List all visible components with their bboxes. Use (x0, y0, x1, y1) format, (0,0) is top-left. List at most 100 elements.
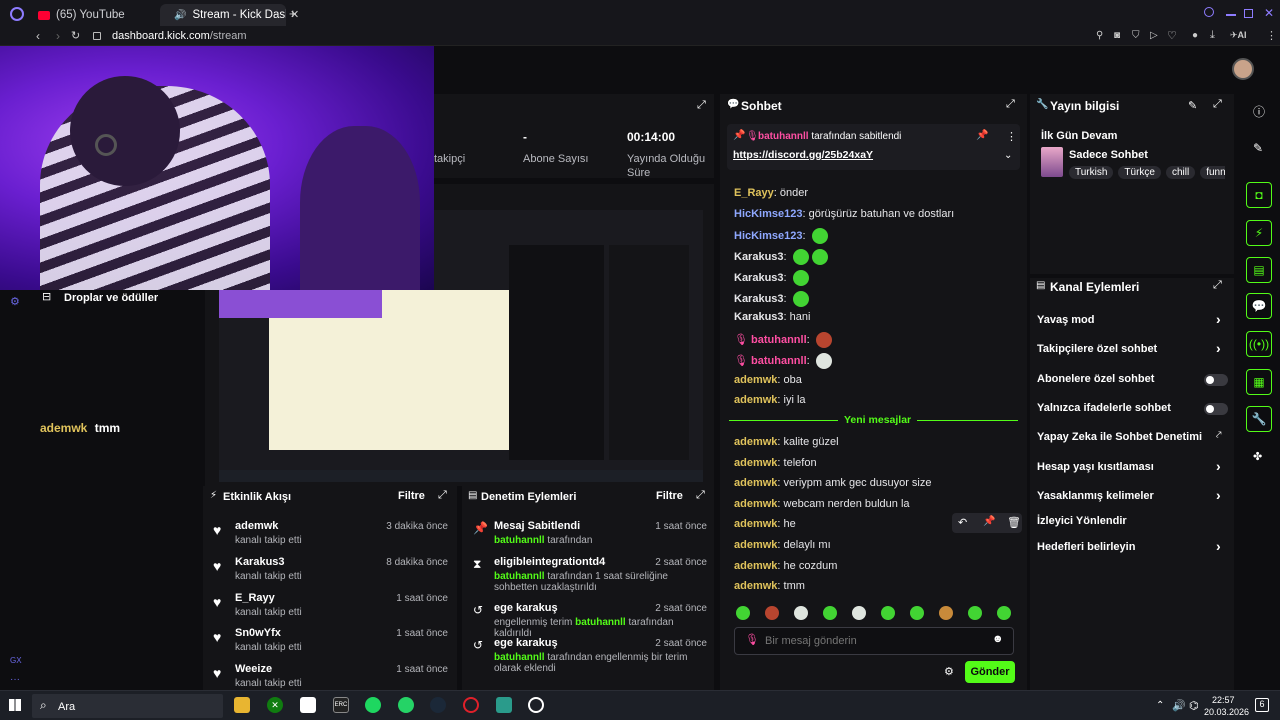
sidebar-doc-button[interactable]: ▤ (1246, 257, 1272, 283)
chat-username[interactable]: E_Rayy (734, 187, 774, 199)
chat-username[interactable]: HicKimse123 (734, 208, 803, 220)
clock-date[interactable]: 20.03.2026 (1204, 707, 1249, 717)
sidebar-chat-button[interactable]: 💬 (1246, 293, 1272, 319)
emote-icon[interactable] (792, 270, 809, 286)
emote-icon[interactable] (811, 228, 828, 244)
moderation-actor[interactable]: batuhannll (494, 652, 547, 663)
chat-username[interactable]: ademwk (734, 539, 777, 551)
chevron-right-icon[interactable]: › (1216, 458, 1221, 474)
camera-icon[interactable]: ◙ (1114, 30, 1120, 41)
spotify-icon[interactable] (365, 697, 381, 713)
expand-stats-icon[interactable]: ⤢ (697, 99, 706, 112)
menu-icon[interactable]: ⋮ (1266, 29, 1277, 42)
chat-username[interactable]: ademwk (734, 457, 777, 469)
popout-moderation-icon[interactable]: ⤢ (696, 489, 705, 502)
sidebar-tools-button[interactable]: 🔧 (1246, 406, 1272, 432)
chat-settings-icon[interactable]: ⚙ (944, 665, 954, 678)
channel-action-item[interactable]: İzleyici Yönlendir (1037, 515, 1127, 527)
tab-kick-dashboard[interactable]: 🔊 Stream - Kick Dashbo (160, 4, 286, 26)
channel-action-item[interactable]: Takipçilere özel sohbet (1037, 343, 1157, 355)
notepad-icon[interactable] (300, 697, 316, 713)
chat-username[interactable]: ademwk (734, 374, 777, 386)
emote-picker-item[interactable] (968, 606, 982, 620)
chevron-down-icon[interactable]: ⌄ (1004, 150, 1012, 161)
back-icon[interactable]: ‹ (36, 29, 40, 43)
emote-icon[interactable] (792, 249, 809, 265)
reload-icon[interactable]: ↻ (71, 29, 80, 42)
file-explorer-icon[interactable] (234, 697, 250, 713)
sidebar-apps-icon[interactable]: ✤ (1253, 450, 1262, 463)
popout-info-icon[interactable]: ⤢ (1213, 98, 1222, 111)
emote-icon[interactable] (815, 332, 832, 348)
maximize-icon[interactable] (1244, 9, 1253, 18)
chevron-right-icon[interactable]: › (1216, 538, 1221, 554)
chat-username[interactable]: batuhannll (751, 334, 807, 346)
emote-picker-item[interactable] (881, 606, 895, 620)
sidebar-bolt-button[interactable]: ⚡ (1246, 220, 1272, 246)
info-icon[interactable]: ⓘ (1253, 103, 1265, 120)
user-avatar[interactable] (1232, 58, 1254, 80)
opera-gx-icon[interactable] (496, 697, 512, 713)
emote-icon[interactable] (815, 353, 832, 369)
emote-picker-item[interactable] (910, 606, 924, 620)
chat-username[interactable]: ademwk (734, 436, 777, 448)
stream-tag[interactable]: chill (1165, 166, 1196, 179)
sidebar-camera-button[interactable]: ◘ (1246, 182, 1272, 208)
unpin-icon[interactable]: 📌 (976, 130, 988, 141)
notification-badge[interactable]: 6 (1255, 698, 1269, 712)
reply-icon[interactable]: ↶ (958, 516, 967, 529)
popout-chat-icon[interactable]: ⤢ (1006, 98, 1015, 111)
chat-username[interactable]: ademwk (734, 560, 777, 572)
channel-action-item[interactable]: Abonelere özel sohbet (1037, 373, 1154, 385)
tab-youtube[interactable]: (65) YouTube (30, 4, 156, 26)
external-link-icon[interactable]: ⤤ (1216, 430, 1222, 441)
chat-username[interactable]: ademwk (734, 518, 777, 530)
moderation-actor[interactable]: batuhannll (575, 617, 628, 628)
emote-picker-item[interactable] (736, 606, 750, 620)
emote-picker-item[interactable] (823, 606, 837, 620)
search-icon[interactable] (1204, 7, 1214, 17)
chat-username[interactable]: Karakus3 (734, 293, 784, 305)
stream-tag[interactable]: funn (1200, 166, 1225, 179)
popout-actions-icon[interactable]: ⤢ (1213, 279, 1222, 292)
url-field[interactable]: dashboard.kick.com/stream (112, 30, 247, 42)
emote-picker-item[interactable] (794, 606, 808, 620)
chevron-right-icon[interactable]: › (1216, 340, 1221, 356)
chat-username[interactable]: ademwk (734, 477, 777, 489)
profile-icon[interactable]: ● (1192, 30, 1198, 41)
activity-user[interactable]: Karakus3 (235, 556, 285, 568)
pencil-icon[interactable]: ✎ (1253, 141, 1263, 155)
pin-icon[interactable]: ⚲ (1096, 30, 1103, 41)
obs-icon[interactable] (528, 697, 544, 713)
steam-icon[interactable] (430, 697, 446, 713)
more-icon[interactable]: ··· (10, 674, 20, 685)
emote-picker-item[interactable] (852, 606, 866, 620)
moderation-actor[interactable]: batuhannll (494, 535, 547, 546)
chat-username[interactable]: ademwk (734, 580, 777, 592)
toggle-switch[interactable] (1204, 374, 1228, 386)
shield-icon[interactable]: ⛉ (1132, 30, 1140, 41)
channel-action-item[interactable]: Yalnızca ifadelerle sohbet (1037, 402, 1171, 414)
chevron-right-icon[interactable]: › (1216, 311, 1221, 327)
opera-icon[interactable] (463, 697, 479, 713)
delete-icon[interactable]: 🗑 (1007, 516, 1021, 529)
chat-username[interactable]: Karakus3 (734, 311, 784, 323)
activity-user[interactable]: E_Rayy (235, 592, 275, 604)
pinned-link[interactable]: https://discord.gg/25b24xaY (733, 149, 873, 161)
heart-icon[interactable]: ♡ (1167, 29, 1177, 42)
channel-action-item[interactable]: Yasaklanmış kelimeler (1037, 490, 1154, 502)
channel-action-item[interactable]: Hedefleri belirleyin (1037, 541, 1135, 553)
network-icon[interactable]: ⌬ (1189, 699, 1199, 712)
moderation-subject[interactable]: eligibleintegrationtd4 (494, 556, 605, 568)
chat-username[interactable]: Karakus3 (734, 251, 784, 263)
edit-info-icon[interactable]: ✎ (1188, 99, 1197, 112)
download-icon[interactable]: ⤓ (1210, 29, 1215, 42)
channel-action-item[interactable]: Yapay Zeka ile Sohbet Denetimi (1037, 431, 1202, 443)
chat-username[interactable]: Karakus3 (734, 272, 784, 284)
channel-action-item[interactable]: Hesap yaşı kısıtlaması (1037, 461, 1154, 473)
popout-activity-icon[interactable]: ⤢ (438, 489, 447, 502)
close-window-icon[interactable]: ✕ (1264, 6, 1274, 20)
channel-action-item[interactable]: Yavaş mod (1037, 314, 1094, 326)
activity-filter-button[interactable]: Filtre (398, 490, 425, 502)
app-icon[interactable]: ERC (333, 697, 349, 713)
